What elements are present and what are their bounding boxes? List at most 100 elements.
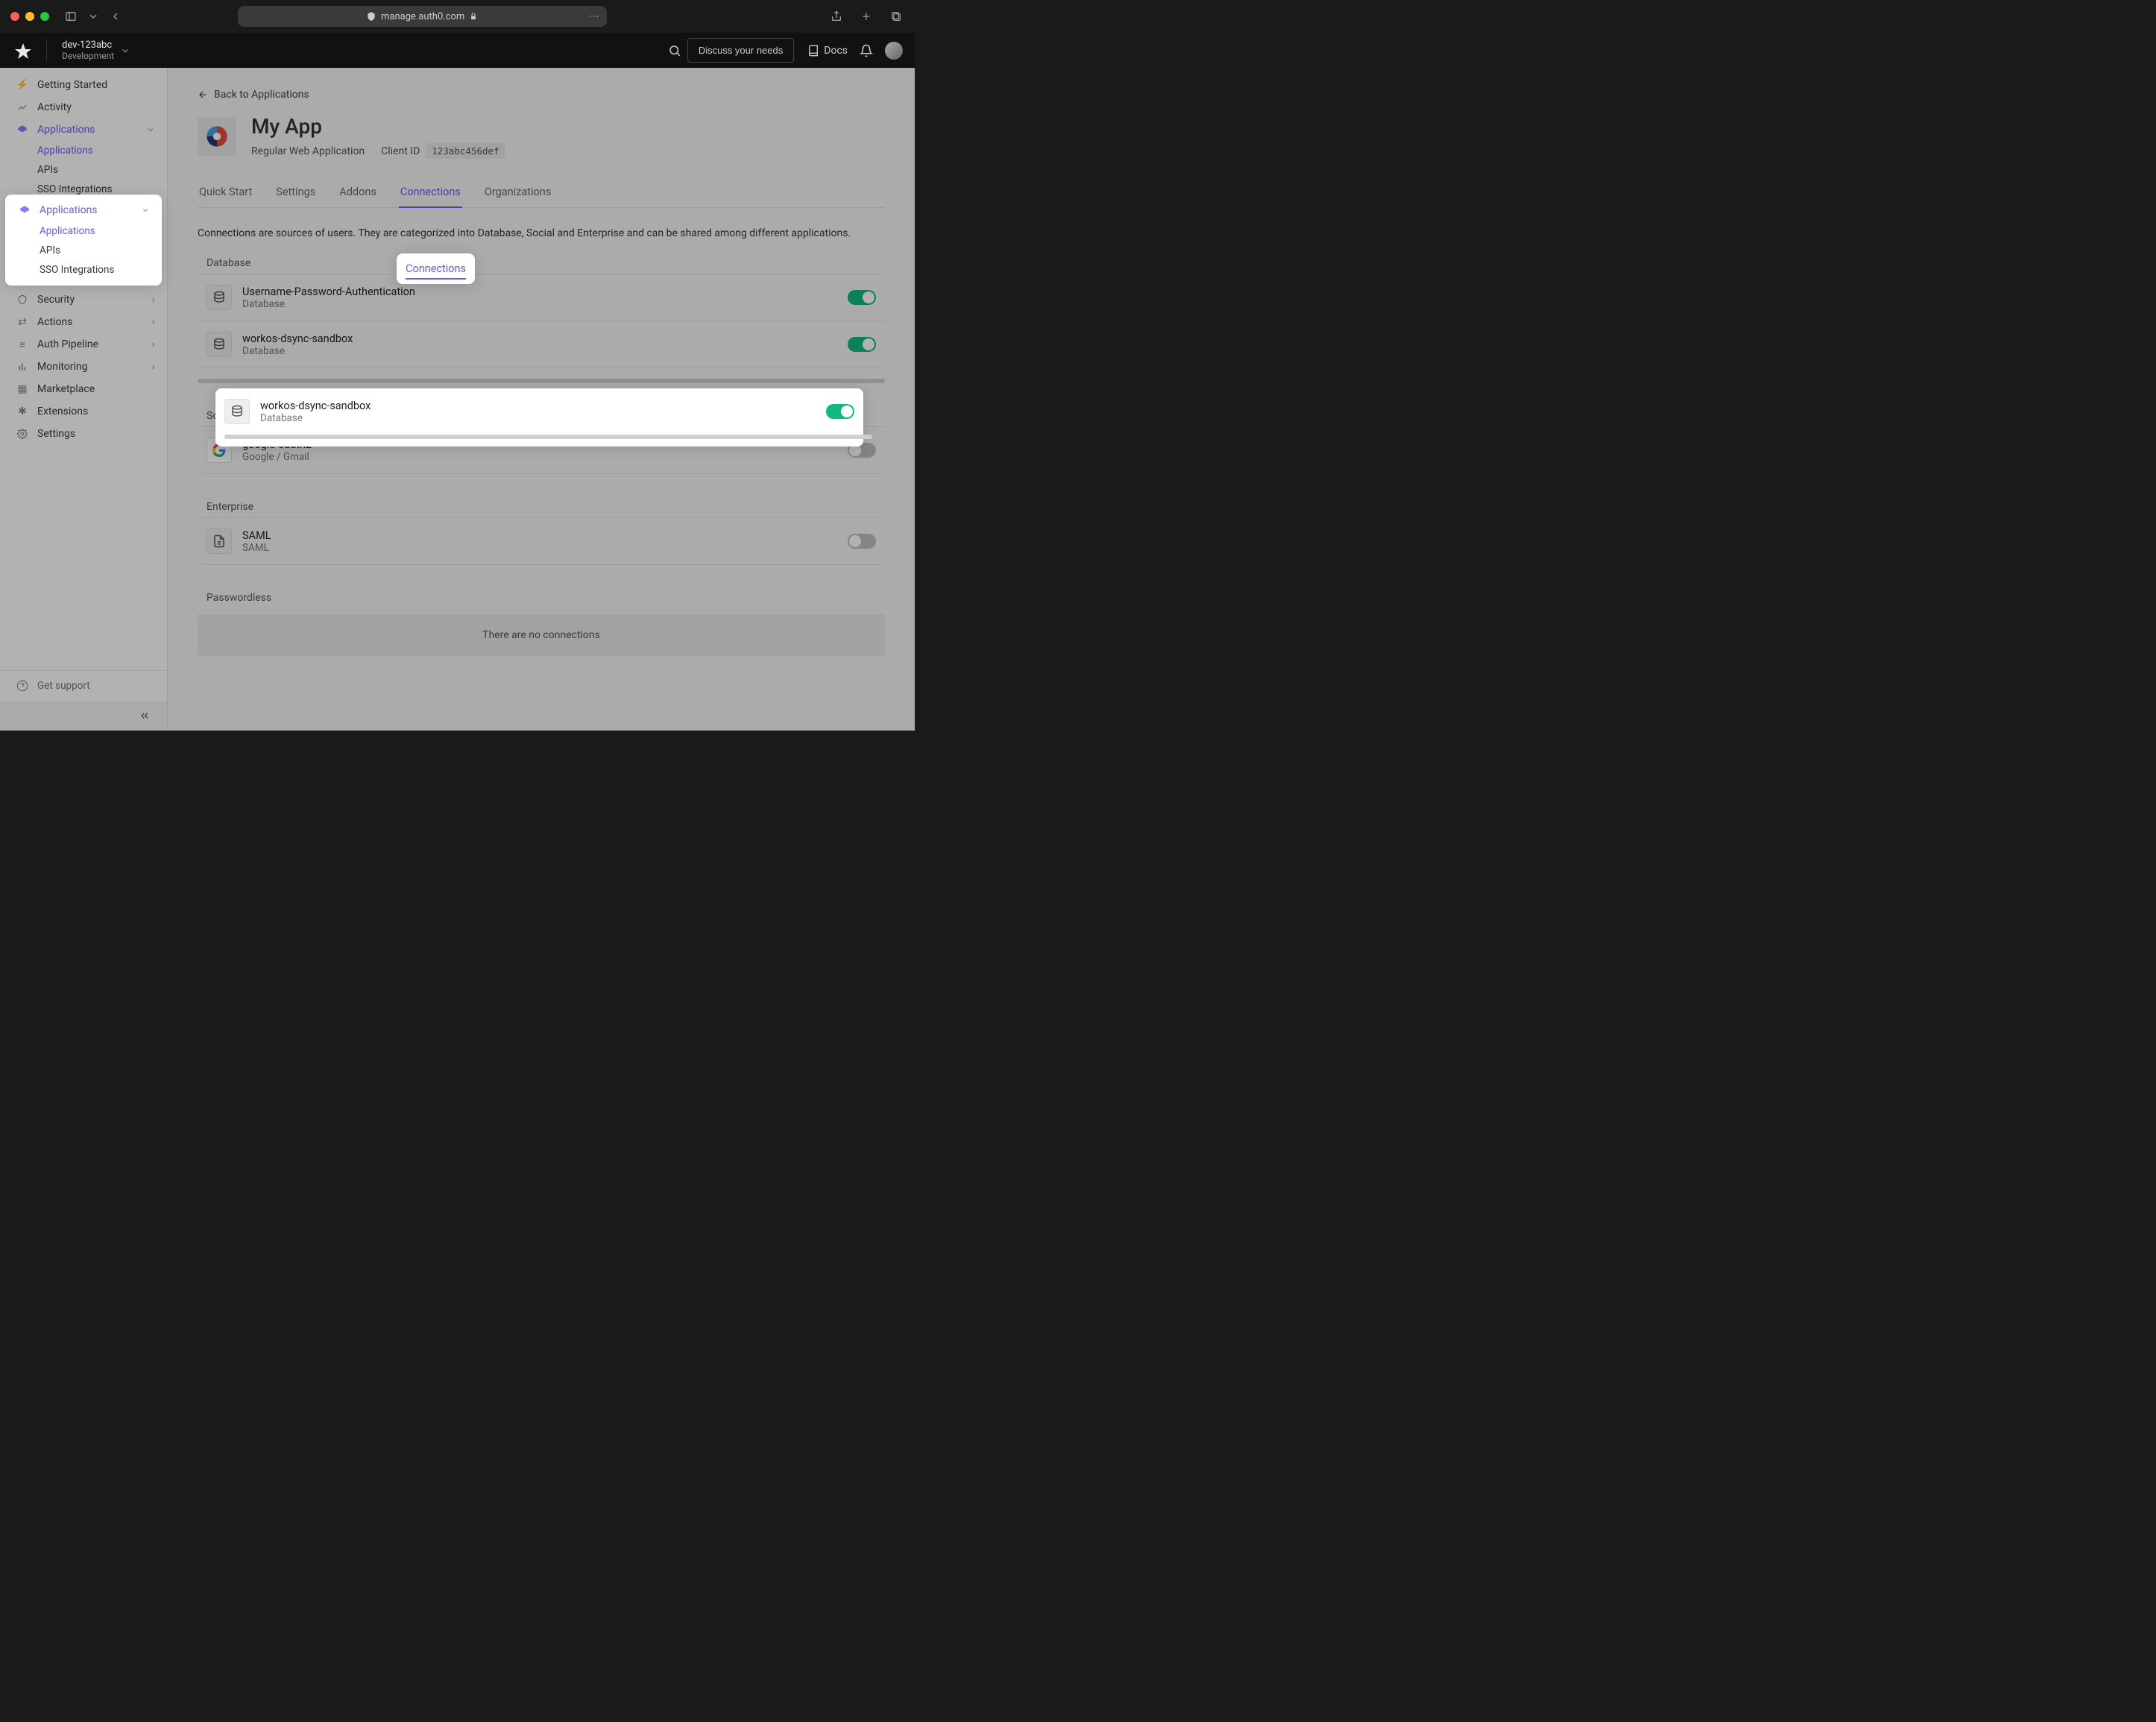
google-icon: [207, 438, 232, 463]
connections-description: Connections are sources of users. They a…: [198, 227, 885, 239]
section-database-label: Database: [198, 253, 885, 274]
flow-icon: ⇄: [16, 316, 28, 328]
sidebar-item-security[interactable]: Security ›: [0, 288, 167, 311]
chevron-right-icon: ›: [152, 249, 155, 261]
pipeline-icon: ≡: [16, 338, 28, 350]
sidebar-item-actions[interactable]: ⇄ Actions ›: [0, 311, 167, 333]
database-icon: [207, 285, 232, 310]
store-icon: ▦: [16, 383, 28, 395]
section-enterprise-label: Enterprise: [198, 496, 885, 517]
chevron-right-icon: ›: [152, 271, 155, 283]
page-title: My App: [251, 114, 505, 139]
chevron-right-icon: ›: [152, 316, 155, 328]
tab-quick-start[interactable]: Quick Start: [198, 177, 253, 207]
avatar[interactable]: [885, 42, 903, 60]
section-passwordless-label: Passwordless: [198, 587, 885, 608]
help-icon: [16, 680, 28, 692]
tab-addons[interactable]: Addons: [338, 177, 378, 207]
lock-icon: [16, 204, 28, 216]
url-bar[interactable]: manage.auth0.com ⋯: [238, 6, 607, 27]
scroll-indicator: [198, 379, 885, 383]
close-window-icon[interactable]: [10, 12, 19, 21]
sidebar-item-label: Activity: [37, 101, 72, 113]
client-id-value[interactable]: 123abc456def: [426, 143, 505, 159]
chevron-right-icon: ›: [152, 338, 155, 350]
app-type: Regular Web Application: [251, 145, 365, 157]
tab-settings[interactable]: Settings: [274, 177, 317, 207]
tabs-overview-icon[interactable]: [888, 10, 904, 22]
discuss-needs-button[interactable]: Discuss your needs: [687, 38, 794, 63]
connection-row[interactable]: google-oauth2 Google / Gmail: [198, 427, 885, 474]
docs-link[interactable]: Docs: [801, 45, 854, 57]
layers-icon: [16, 124, 28, 136]
auth0-logo[interactable]: [0, 42, 46, 60]
connection-toggle[interactable]: [848, 337, 876, 352]
sidebar-item-monitoring[interactable]: Monitoring ›: [0, 356, 167, 378]
sidebar-item-auth-pipeline[interactable]: ≡ Auth Pipeline ›: [0, 333, 167, 356]
sidebar-item-organizations[interactable]: Organizations: [0, 221, 167, 244]
browser-toolbar: manage.auth0.com ⋯: [0, 0, 915, 33]
chevron-down-icon[interactable]: [85, 10, 101, 22]
building-icon: [16, 227, 28, 239]
connection-type: Database: [242, 298, 415, 310]
sidebar-item-label: Organizations: [37, 227, 101, 239]
search-icon[interactable]: [662, 44, 687, 57]
connection-row[interactable]: SAML SAML: [198, 518, 885, 565]
users-icon: [16, 249, 28, 261]
sidebar-item-label: Auth Pipeline: [37, 338, 98, 350]
new-tab-icon[interactable]: [858, 10, 874, 22]
collapse-sidebar-button[interactable]: [0, 701, 167, 731]
tenant-env: Development: [62, 51, 114, 61]
support-label: Get support: [37, 680, 90, 692]
tabs: Quick Start Settings Addons Connections …: [198, 177, 885, 208]
sidebar-item-label: Settings: [37, 428, 75, 440]
sidebar-item-branding[interactable]: ✎ Branding ›: [0, 266, 167, 288]
connection-toggle[interactable]: [848, 443, 876, 458]
connection-row[interactable]: workos-dsync-sandbox Database: [198, 321, 885, 368]
sidebar-item-user-management[interactable]: User Management ›: [0, 244, 167, 266]
sidebar-toggle-icon[interactable]: [63, 10, 79, 22]
minimize-window-icon[interactable]: [25, 12, 34, 21]
sidebar-sub-applications[interactable]: Applications: [37, 141, 167, 160]
sidebar-item-label: Actions: [37, 316, 72, 328]
notifications-icon[interactable]: [854, 44, 879, 57]
url-text: manage.auth0.com: [381, 11, 464, 22]
discuss-label: Discuss your needs: [699, 45, 783, 56]
back-icon[interactable]: [107, 10, 124, 22]
maximize-window-icon[interactable]: [40, 12, 49, 21]
more-icon[interactable]: ⋯: [589, 10, 599, 22]
sidebar-item-extensions[interactable]: ✱ Extensions: [0, 400, 167, 423]
app-header: dev-123abc Development Discuss your need…: [0, 33, 915, 68]
connection-toggle[interactable]: [848, 534, 876, 549]
back-label: Back to Applications: [214, 89, 309, 101]
tab-connections[interactable]: Connections: [399, 177, 462, 207]
sidebar-item-label: Marketplace: [37, 383, 95, 395]
main-content: Back to Applications My App Regular Web …: [168, 68, 915, 731]
tab-organizations[interactable]: Organizations: [483, 177, 552, 207]
tenant-switcher[interactable]: dev-123abc Development: [46, 40, 136, 62]
sidebar-item-authentication[interactable]: Authentication ›: [0, 199, 167, 221]
sidebar-item-applications[interactable]: Applications: [0, 119, 167, 141]
empty-connections: There are no connections: [198, 614, 885, 656]
sidebar-item-getting-started[interactable]: ⚡ Getting Started: [0, 74, 167, 96]
connection-type: Database: [242, 345, 353, 357]
connection-toggle[interactable]: [848, 290, 876, 305]
connection-name: SAML: [242, 529, 271, 542]
sidebar-sub-sso[interactable]: SSO Integrations: [37, 180, 167, 199]
back-to-applications-link[interactable]: Back to Applications: [198, 89, 309, 101]
get-support-link[interactable]: Get support: [0, 671, 167, 701]
sidebar-item-label: Monitoring: [37, 361, 88, 373]
connection-name: google-oauth2: [242, 438, 312, 451]
sidebar-item-settings[interactable]: Settings: [0, 423, 167, 445]
book-icon: [807, 45, 819, 57]
connection-row[interactable]: Username-Password-Authentication Databas…: [198, 274, 885, 321]
sidebar-item-activity[interactable]: Activity: [0, 96, 167, 119]
arrow-left-icon: [198, 89, 208, 100]
document-icon: [207, 529, 232, 554]
sidebar-item-marketplace[interactable]: ▦ Marketplace: [0, 378, 167, 400]
bars-icon: [16, 361, 28, 373]
chevron-down-icon: [146, 125, 155, 134]
sidebar-sub-apis[interactable]: APIs: [37, 160, 167, 180]
window-controls: [10, 12, 49, 21]
share-icon[interactable]: [828, 10, 845, 22]
